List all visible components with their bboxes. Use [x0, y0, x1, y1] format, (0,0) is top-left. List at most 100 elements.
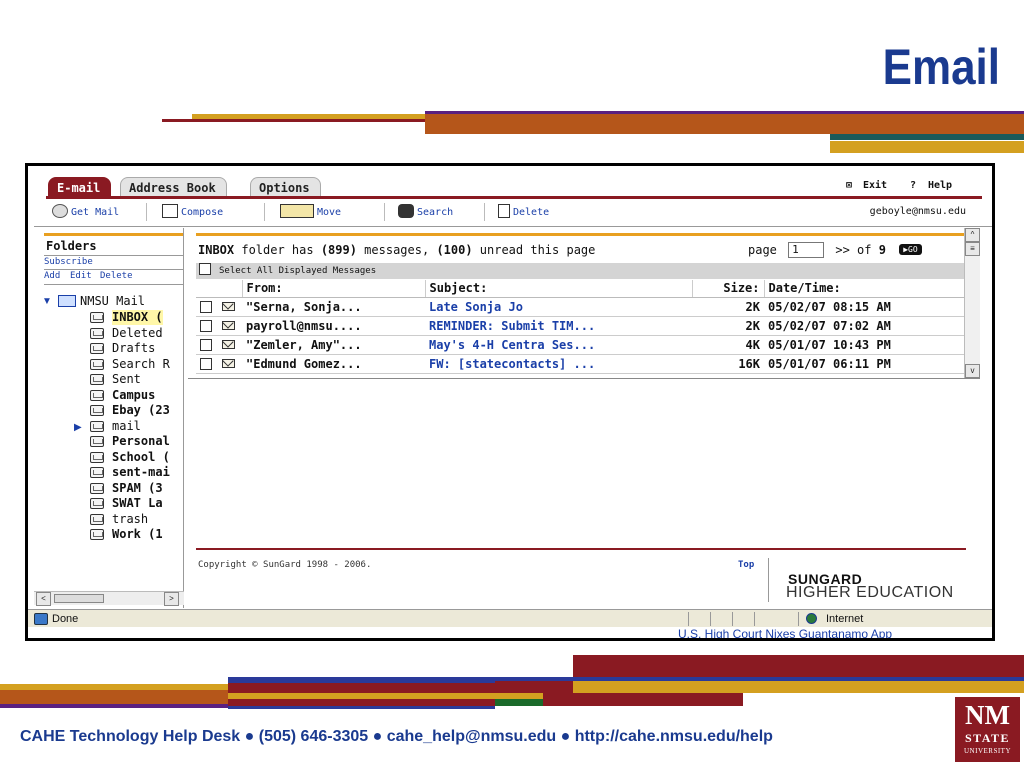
scroll-thumb[interactable] — [54, 594, 104, 603]
folder-item[interactable]: Campus — [112, 388, 155, 403]
delete-folder-link[interactable]: Delete — [100, 271, 133, 281]
folder-item[interactable]: Deleted — [112, 326, 163, 341]
scroll-thumb[interactable]: ≡ — [965, 242, 980, 256]
exit-icon[interactable]: ⊠ — [846, 180, 852, 191]
envelope-icon — [222, 358, 235, 368]
message-subject[interactable]: May's 4-H Centra Ses... — [425, 335, 692, 355]
scroll-right-button[interactable]: > — [164, 592, 179, 606]
message-date: 05/01/07 10:43 PM — [764, 335, 966, 355]
tab-address-book[interactable]: Address Book — [120, 177, 227, 197]
folder-icon — [90, 343, 104, 354]
toolbar-divider — [34, 226, 992, 227]
sidebar-horizontal-scrollbar[interactable]: < > — [34, 591, 184, 606]
collapse-arrow-icon[interactable]: ▼ — [42, 296, 52, 307]
envelope-icon — [222, 320, 235, 330]
folder-icon — [90, 482, 104, 494]
page-of-label: >> of — [835, 243, 872, 257]
folder-item[interactable]: Search R — [112, 357, 170, 372]
message-checkbox[interactable] — [200, 338, 212, 351]
message-from: "Edmund Gomez... — [242, 354, 425, 374]
folder-item[interactable]: sent-mai — [112, 465, 170, 480]
message-size: 2K — [692, 316, 764, 336]
column-date[interactable]: Date/Time: — [764, 280, 966, 298]
get-mail-button[interactable]: Get Mail — [52, 204, 119, 220]
folder-item[interactable]: Ebay (23 — [112, 403, 170, 418]
trash-can-icon — [498, 204, 510, 218]
folder-icon — [90, 358, 104, 370]
tab-email[interactable]: E-mail — [48, 177, 112, 197]
background-window-text: U.S. High Court Nixes Guantanamo App — [678, 627, 893, 641]
pager: page 1 >> of 9 ▶GO — [748, 242, 922, 258]
summary-total: (899) — [320, 243, 357, 257]
folder-item[interactable]: Sent — [112, 372, 141, 387]
message-size: 4K — [692, 335, 764, 355]
toolbar-separator — [146, 203, 147, 221]
message-subject[interactable]: FW: [statecontacts] ... — [425, 354, 692, 374]
folder-root-nmsu-mail[interactable]: NMSU Mail — [80, 294, 145, 309]
folder-item[interactable]: School ( — [112, 450, 170, 465]
add-folder-link[interactable]: Add — [44, 271, 60, 281]
folder-item[interactable]: Work (1 — [112, 527, 163, 542]
message-subject[interactable]: Late Sonja Jo — [425, 297, 692, 317]
message-list-scrollbar[interactable]: ^ ≡ v — [964, 228, 980, 378]
delete-button[interactable]: Delete — [498, 204, 549, 220]
edit-folder-link[interactable]: Edit — [70, 271, 92, 281]
folder-item[interactable]: INBOX ( — [112, 310, 163, 325]
help-link[interactable]: Help — [928, 180, 952, 191]
compose-icon — [162, 204, 178, 218]
message-checkbox[interactable] — [200, 300, 212, 313]
help-icon[interactable]: ? — [910, 180, 916, 191]
scroll-left-button[interactable]: < — [36, 592, 51, 606]
message-row[interactable]: "Edmund Gomez... FW: [statecontacts] ... 1… — [196, 354, 966, 374]
page-number-input[interactable]: 1 — [788, 242, 825, 258]
scroll-down-button[interactable]: v — [965, 364, 980, 378]
toolbar-separator — [264, 203, 265, 221]
scroll-up-button[interactable]: ^ — [965, 228, 980, 242]
folder-icon — [90, 529, 104, 540]
message-row[interactable]: payroll@nmsu.... REMINDER: Submit TIM... 2… — [196, 316, 966, 336]
exit-link[interactable]: Exit — [863, 180, 887, 191]
column-size[interactable]: Size: — [692, 280, 765, 298]
select-all-checkbox[interactable] — [199, 263, 211, 275]
status-separator — [754, 612, 755, 626]
folder-item[interactable]: trash — [112, 512, 148, 527]
folder-item[interactable]: mail — [112, 419, 141, 434]
sidebar-divider — [44, 255, 183, 256]
column-from[interactable]: From: — [242, 280, 426, 298]
move-label: Move — [317, 207, 342, 218]
expand-arrow-icon[interactable]: ▶ — [74, 422, 82, 433]
folder-summary: INBOX folder has (899) messages, (100) u… — [198, 243, 595, 257]
top-link[interactable]: Top — [738, 560, 754, 570]
folder-item[interactable]: Personal — [112, 434, 170, 449]
select-all-label: Select All Displayed Messages — [219, 266, 377, 276]
message-table: From: Subject: Size: Date/Time: "Serna, … — [196, 280, 966, 374]
trash-icon — [90, 327, 104, 339]
get-mail-label: Get Mail — [71, 207, 120, 218]
message-from: payroll@nmsu.... — [242, 316, 425, 336]
globe-icon — [806, 613, 817, 624]
message-row[interactable]: "Serna, Sonja... Late Sonja Jo 2K 05/02/07 … — [196, 297, 966, 317]
message-checkbox[interactable] — [200, 319, 212, 332]
folder-item[interactable]: Drafts — [112, 341, 155, 356]
compose-button[interactable]: Compose — [162, 204, 223, 220]
folders-accent-bar — [44, 233, 183, 236]
message-row[interactable]: "Zemler, Amy"... May's 4-H Centra Ses... 4… — [196, 335, 966, 355]
page-total: 9 — [878, 243, 886, 257]
message-subject[interactable]: REMINDER: Submit TIM... — [425, 316, 692, 336]
message-list-pane: INBOX folder has (899) messages, (100) u… — [188, 228, 980, 608]
message-date: 05/02/07 08:15 AM — [764, 297, 966, 317]
message-checkbox[interactable] — [200, 357, 212, 370]
security-zone: Internet — [826, 613, 864, 625]
summary-text3: unread this page — [472, 243, 596, 257]
column-subject[interactable]: Subject: — [425, 280, 693, 298]
search-button[interactable]: Search — [398, 204, 453, 220]
subscribe-link[interactable]: Subscribe — [44, 257, 93, 267]
folder-item[interactable]: SWAT La — [112, 496, 163, 511]
folder-item[interactable]: SPAM (3 — [112, 481, 163, 496]
summary-folder: INBOX — [198, 243, 235, 257]
go-button[interactable]: ▶GO — [899, 244, 922, 255]
move-button[interactable]: Move — [280, 204, 341, 220]
tab-options[interactable]: Options — [250, 177, 321, 197]
folder-icon — [90, 513, 104, 525]
folder-sidebar: Folders Subscribe Add Edit Delete ▼ NMSU… — [34, 228, 184, 608]
